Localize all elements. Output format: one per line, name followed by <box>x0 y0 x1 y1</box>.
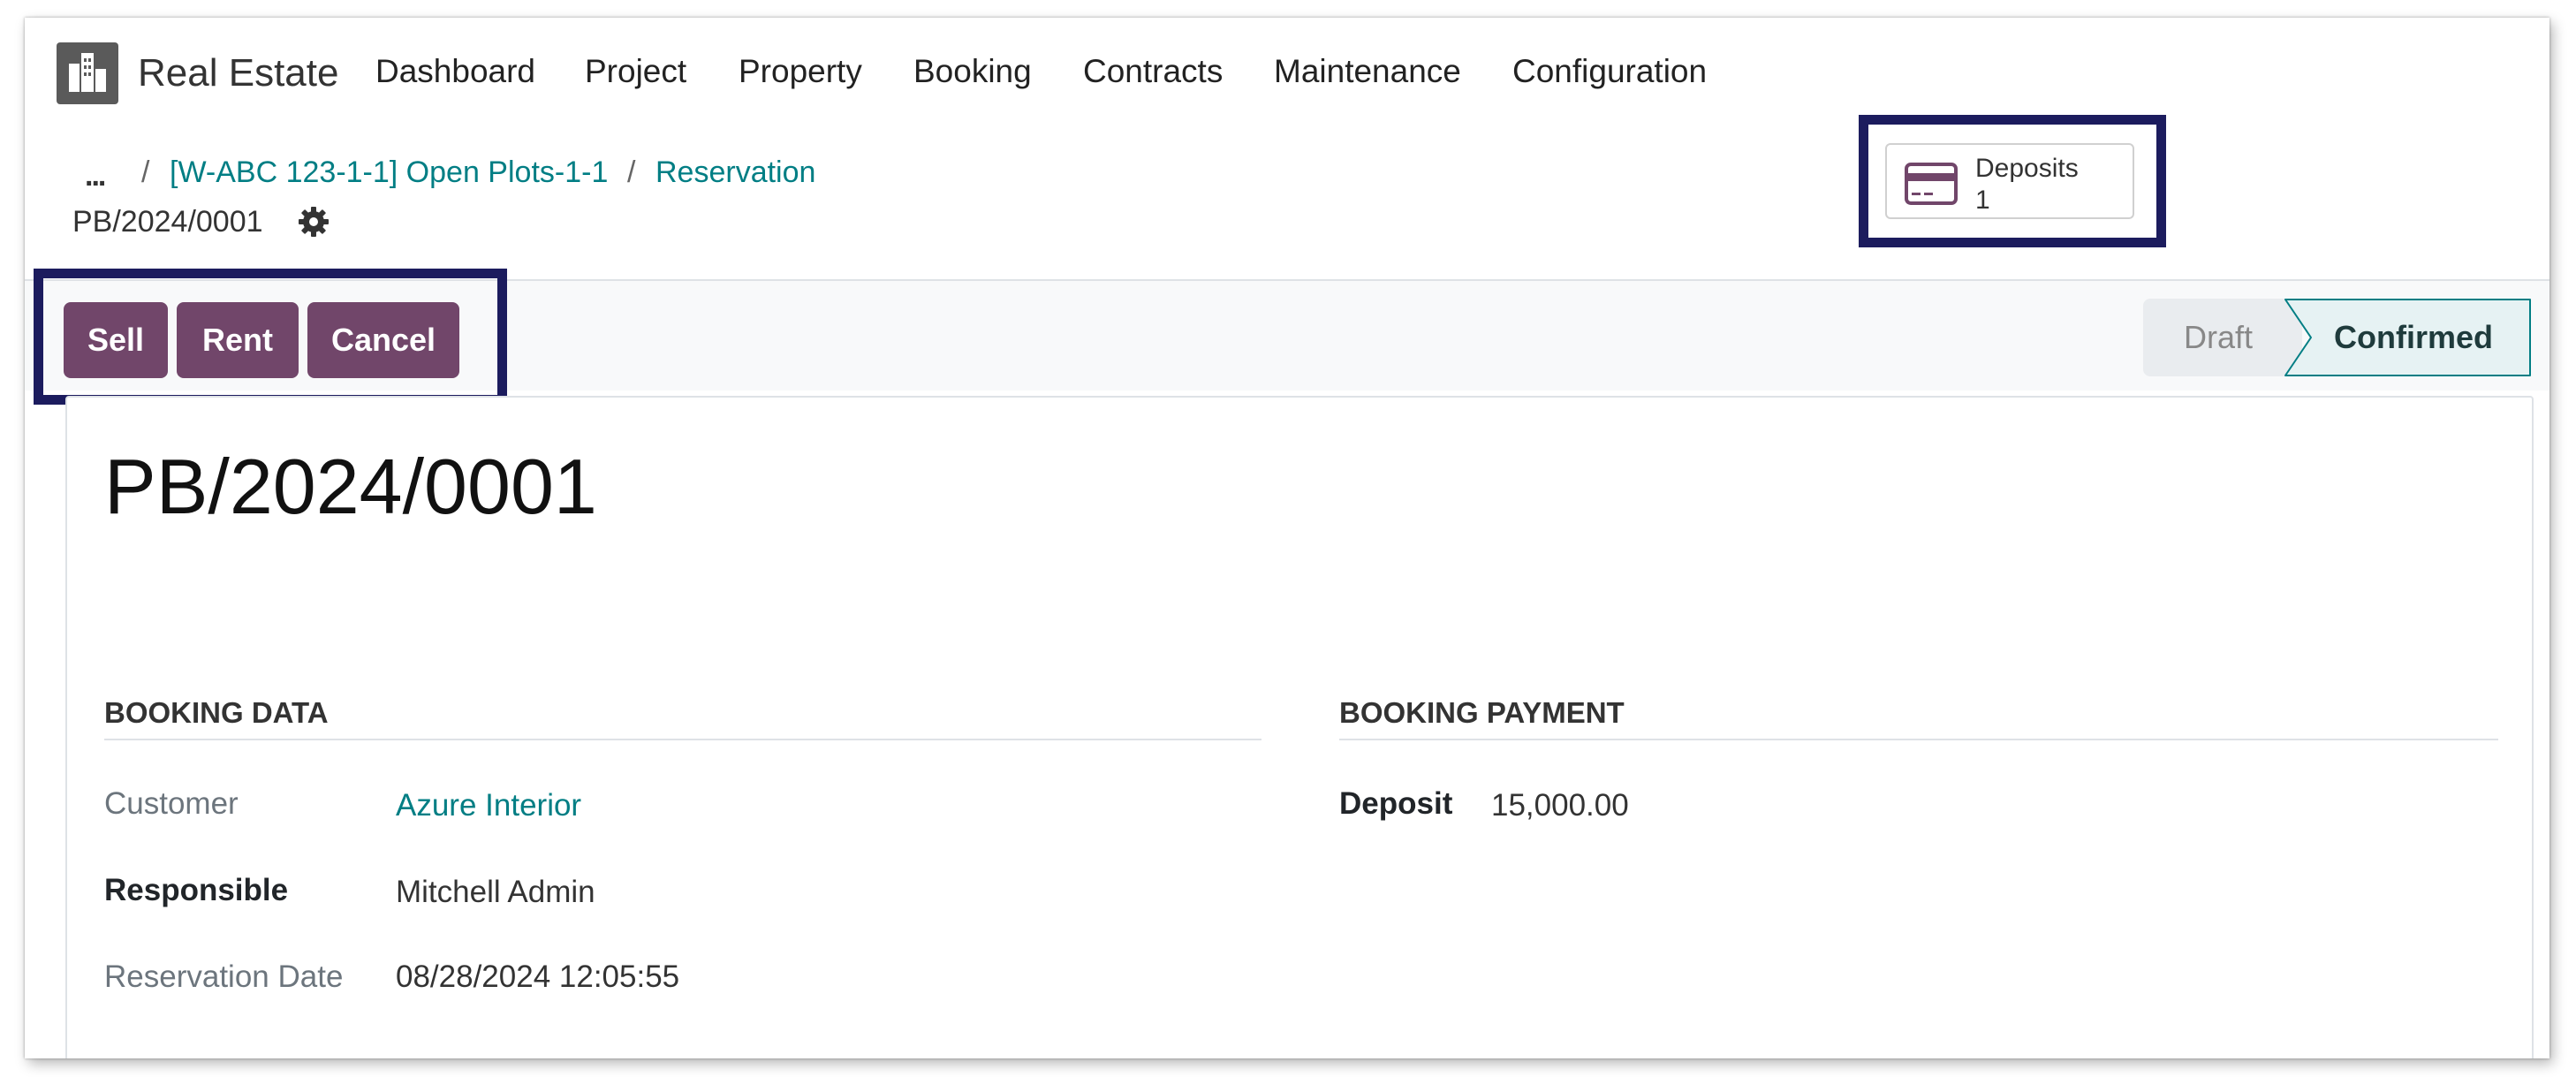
section-booking-payment: BOOKING PAYMENT <box>1339 696 1625 729</box>
menu-configuration[interactable]: Configuration <box>1512 53 1707 90</box>
status-confirmed[interactable]: Confirmed <box>2334 299 2493 376</box>
sell-button[interactable]: Sell <box>64 302 168 378</box>
deposit-value: 15,000.00 <box>1491 788 1629 823</box>
menu-dashboard[interactable]: Dashboard <box>375 53 535 90</box>
app-name[interactable]: Real Estate <box>138 51 338 95</box>
status-draft[interactable]: Draft <box>2143 299 2302 376</box>
gear-icon[interactable] <box>297 205 330 239</box>
breadcrumb-ellipsis[interactable]: ... <box>85 159 106 193</box>
reservation-date-value[interactable]: 08/28/2024 12:05:55 <box>396 959 679 995</box>
real-estate-app-icon[interactable] <box>57 42 118 104</box>
cancel-button[interactable]: Cancel <box>307 302 459 378</box>
menu-booking[interactable]: Booking <box>913 53 1032 90</box>
credit-card-icon <box>1905 163 1958 205</box>
section-booking-data: BOOKING DATA <box>104 696 329 729</box>
top-navbar: Real Estate Dashboard Project Property B… <box>25 18 2549 125</box>
breadcrumb-separator: / <box>141 155 150 189</box>
section-divider <box>104 739 1261 740</box>
breadcrumb-current: PB/2024/0001 <box>72 205 263 239</box>
status-bar: Draft Confirmed <box>2143 299 2532 376</box>
deposits-count: 1 <box>1975 186 1990 215</box>
reservation-date-label: Reservation Date <box>104 959 344 994</box>
menu-maintenance[interactable]: Maintenance <box>1274 53 1461 90</box>
deposit-label: Deposit <box>1339 786 1453 821</box>
menu-property[interactable]: Property <box>739 53 862 90</box>
breadcrumb-separator: / <box>627 155 636 189</box>
responsible-label: Responsible <box>104 873 289 907</box>
customer-label: Customer <box>104 786 239 821</box>
breadcrumb-property[interactable]: [W-ABC 123-1-1] Open Plots-1-1 <box>170 155 608 190</box>
section-divider <box>1339 739 2498 740</box>
record-title: PB/2024/0001 <box>104 443 597 530</box>
deposits-smart-button[interactable]: Deposits 1 <box>1885 143 2134 219</box>
customer-value[interactable]: Azure Interior <box>396 788 581 823</box>
rent-button[interactable]: Rent <box>177 302 299 378</box>
responsible-value[interactable]: Mitchell Admin <box>396 875 595 910</box>
menu-contracts[interactable]: Contracts <box>1083 53 1223 90</box>
app-window: Real Estate Dashboard Project Property B… <box>25 18 2549 1058</box>
breadcrumb-reservation[interactable]: Reservation <box>655 155 815 190</box>
menu-project[interactable]: Project <box>585 53 686 90</box>
deposits-label: Deposits <box>1975 154 2079 183</box>
